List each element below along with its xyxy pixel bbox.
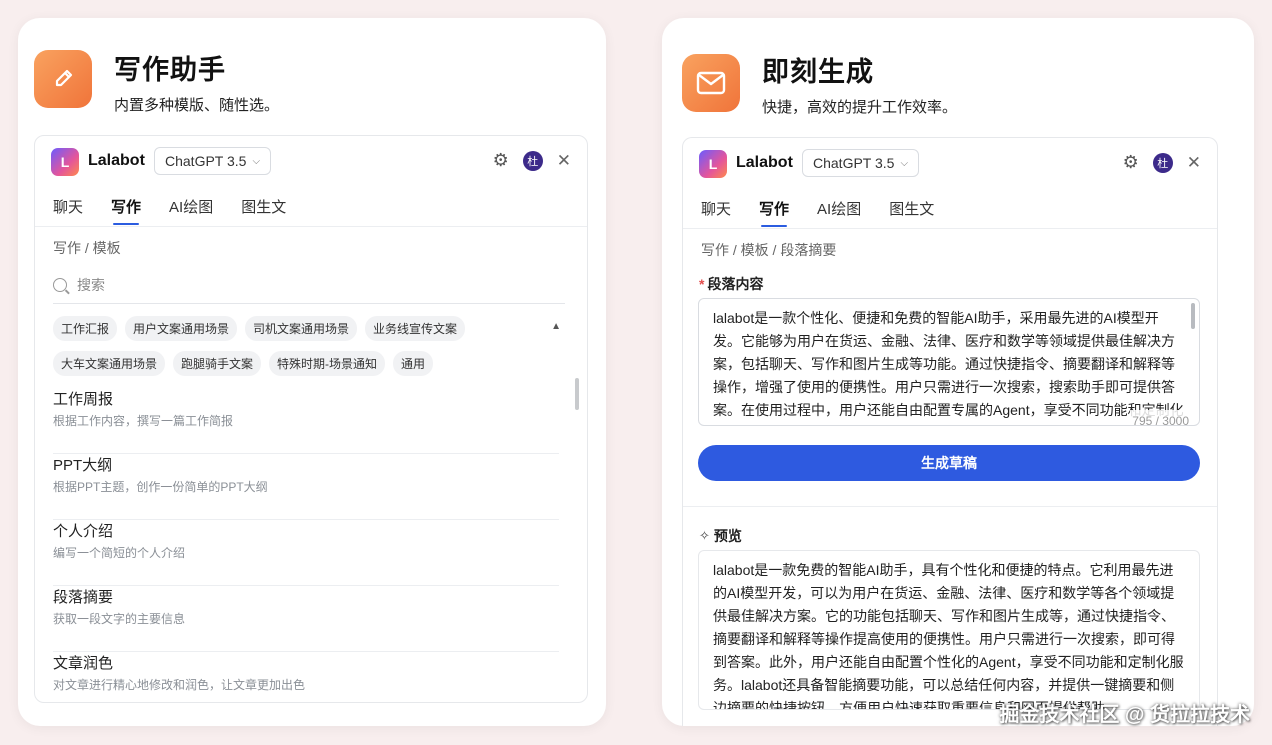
instant-generate-card: 即刻生成 快捷，高效的提升工作效率。 L Lalabot ChatGPT 3.5… <box>662 18 1254 726</box>
breadcrumb: 写作 / 模板 / 段落摘要 <box>701 242 837 258</box>
avatar[interactable]: 杜 <box>522 150 543 171</box>
template-title: 个人介绍 <box>53 523 114 540</box>
template-item[interactable]: 文章润色 对文章进行精心地修改和润色，让文章更加出色 <box>53 652 559 702</box>
char-counter: 795 / 3000 <box>1130 410 1189 425</box>
template-title: 文章润色 <box>53 655 114 672</box>
preview-label: 预览 <box>713 528 742 544</box>
category-chips: 工作汇报 用户文案通用场景 司机文案通用场景 业务线宣传文案 大车文案通用场景 … <box>53 316 563 376</box>
lalabot-panel: L Lalabot ChatGPT 3.5 ⌵ ⚙ 杜 ✕ 聊天 写作 AI绘图… <box>34 135 588 703</box>
template-desc: 对文章进行精心地修改和润色，让文章更加出色 <box>53 678 306 692</box>
avatar[interactable]: 杜 <box>1152 152 1173 173</box>
model-select-value: ChatGPT 3.5 <box>165 153 247 169</box>
tab-writing[interactable]: 写作 <box>111 196 141 225</box>
textarea-scrollbar[interactable] <box>1191 303 1195 329</box>
preview-heading: ✧ 预览 <box>699 526 742 546</box>
tab-divider <box>35 226 587 227</box>
required-mark: * <box>699 276 705 292</box>
chip-user-copy[interactable]: 用户文案通用场景 <box>125 316 238 341</box>
section-divider <box>683 506 1217 507</box>
tab-image-to-text[interactable]: 图生文 <box>241 196 286 225</box>
template-title: PPT大纲 <box>53 457 113 474</box>
brand-name: Lalabot <box>88 152 145 169</box>
lalabot-panel: L Lalabot ChatGPT 3.5 ⌵ ⚙ 杜 ✕ 聊天 写作 AI绘图… <box>682 137 1218 726</box>
lalabot-logo: L <box>699 150 727 178</box>
writing-assistant-card: 写作助手 内置多种模版、随性选。 L Lalabot ChatGPT 3.5 ⌵… <box>18 18 606 726</box>
template-desc: 获取一段文字的主要信息 <box>53 612 186 626</box>
tab-ai-drawing[interactable]: AI绘图 <box>817 198 861 227</box>
card-title: 即刻生成 <box>762 57 874 87</box>
template-title: 段落摘要 <box>53 589 114 606</box>
header-actions: ⚙ 杜 ✕ <box>493 150 571 171</box>
close-icon[interactable]: ✕ <box>1187 153 1201 173</box>
template-item[interactable]: 段落摘要 获取一段文字的主要信息 <box>53 586 559 652</box>
template-desc: 根据PPT主题，创作一份简单的PPT大纲 <box>53 480 268 494</box>
tab-writing[interactable]: 写作 <box>759 198 789 227</box>
generate-draft-button[interactable]: 生成草稿 <box>698 445 1200 481</box>
tab-chat[interactable]: 聊天 <box>53 196 83 225</box>
chip-business-promo[interactable]: 业务线宣传文案 <box>365 316 466 341</box>
chevron-down-icon: ⌵ <box>900 157 909 169</box>
mail-icon <box>682 54 740 112</box>
lalabot-logo: L <box>51 148 79 176</box>
chip-special-notice[interactable]: 特殊时期-场景通知 <box>269 351 386 376</box>
chip-truck-copy[interactable]: 大车文案通用场景 <box>53 351 166 376</box>
tab-image-to-text[interactable]: 图生文 <box>889 198 934 227</box>
chip-work-report[interactable]: 工作汇报 <box>53 316 118 341</box>
field-label-text: 段落内容 <box>707 276 764 292</box>
card-subtitle: 快捷，高效的提升工作效率。 <box>762 99 958 116</box>
template-desc: 根据工作内容，撰写一篇工作简报 <box>53 414 234 428</box>
tab-divider <box>683 228 1217 229</box>
tab-chat[interactable]: 聊天 <box>701 198 731 227</box>
gear-icon[interactable]: ⚙ <box>1123 152 1139 173</box>
brand-name: Lalabot <box>736 154 793 171</box>
close-icon[interactable]: ✕ <box>557 151 571 171</box>
model-select-value: ChatGPT 3.5 <box>813 155 895 171</box>
model-select[interactable]: ChatGPT 3.5 ⌵ <box>802 149 920 177</box>
chevron-down-icon: ⌵ <box>252 155 261 167</box>
tab-bar: 聊天 写作 AI绘图 图生文 <box>701 198 934 227</box>
search-input[interactable]: 搜索 <box>53 266 565 304</box>
paragraph-input-value: lalabot是一款个性化、便捷和免费的智能AI助手，采用最先进的AI模型开发。… <box>713 310 1184 418</box>
watermark: 掘金技术社区 @ 货拉拉技术 <box>999 704 1250 726</box>
field-label: * 段落内容 <box>699 274 763 294</box>
template-item[interactable]: PPT大纲 根据PPT主题，创作一份简单的PPT大纲 <box>53 454 559 520</box>
tab-ai-drawing[interactable]: AI绘图 <box>169 196 213 225</box>
pencil-icon <box>34 50 92 108</box>
header-actions: ⚙ 杜 ✕ <box>1123 152 1201 173</box>
template-item[interactable]: 工作周报 根据工作内容，撰写一篇工作简报 <box>53 388 559 454</box>
paragraph-input[interactable]: lalabot是一款个性化、便捷和免费的智能AI助手，采用最先进的AI模型开发。… <box>698 298 1200 426</box>
template-desc: 编写一个简短的个人介绍 <box>53 546 186 560</box>
gear-icon[interactable]: ⚙ <box>493 150 509 171</box>
tab-bar: 聊天 写作 AI绘图 图生文 <box>53 196 286 225</box>
template-item[interactable]: 个人介绍 编写一个简短的个人介绍 <box>53 520 559 586</box>
preview-output: lalabot是一款免费的智能AI助手，具有个性化和便捷的特点。它利用最先进的A… <box>698 550 1200 710</box>
collapse-up-icon[interactable]: ▲ <box>551 321 561 332</box>
panel-header: L Lalabot ChatGPT 3.5 ⌵ ⚙ 杜 ✕ <box>35 136 587 182</box>
search-placeholder: 搜索 <box>77 276 105 293</box>
chip-rider-copy[interactable]: 跑腿骑手文案 <box>173 351 262 376</box>
scrollbar[interactable] <box>575 378 579 410</box>
chip-driver-copy[interactable]: 司机文案通用场景 <box>245 316 358 341</box>
breadcrumb: 写作 / 模板 <box>53 240 121 256</box>
sparkle-icon: ✧ <box>699 528 710 543</box>
card-subtitle: 内置多种模版、随性选。 <box>114 97 280 114</box>
card-title: 写作助手 <box>114 55 226 85</box>
model-select[interactable]: ChatGPT 3.5 ⌵ <box>154 147 272 175</box>
template-title: 工作周报 <box>53 391 114 408</box>
preview-text: lalabot是一款免费的智能AI助手，具有个性化和便捷的特点。它利用最先进的A… <box>713 562 1184 710</box>
search-icon <box>53 277 67 292</box>
panel-header: L Lalabot ChatGPT 3.5 ⌵ ⚙ 杜 ✕ <box>683 138 1217 184</box>
chip-general[interactable]: 通用 <box>393 351 434 376</box>
